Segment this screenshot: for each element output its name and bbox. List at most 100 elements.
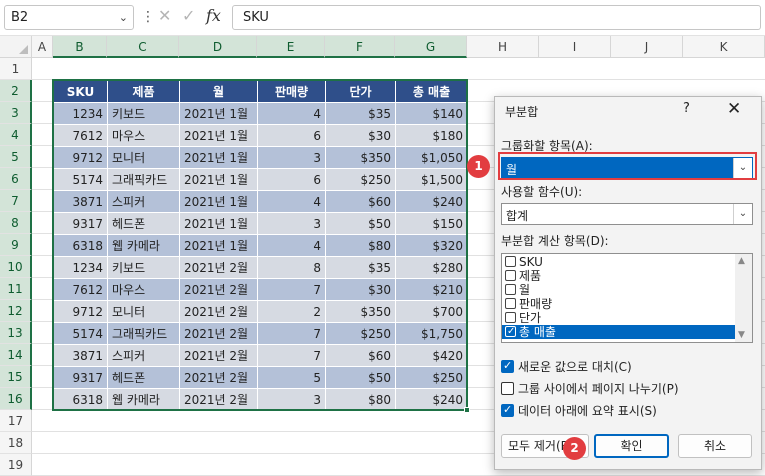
table-cell[interactable]: $700 xyxy=(395,300,468,323)
scroll-up-icon[interactable]: ▲ xyxy=(738,256,745,266)
table-cell[interactable]: $250 xyxy=(325,322,396,345)
table-cell[interactable]: 7 xyxy=(257,322,326,345)
table-cell[interactable]: 2021년 2월 xyxy=(179,388,258,411)
table-cell[interactable]: 9317 xyxy=(53,366,108,389)
cancel-icon[interactable]: ✕ xyxy=(158,6,171,25)
table-cell[interactable]: $35 xyxy=(325,102,396,125)
table-cell[interactable]: 모니터 xyxy=(107,146,180,169)
row-header-11[interactable]: 11 xyxy=(0,278,32,300)
fill-handle[interactable] xyxy=(464,407,470,413)
table-cell[interactable]: 마우스 xyxy=(107,278,180,301)
row-header-2[interactable]: 2 xyxy=(0,80,32,102)
table-cell[interactable]: 2021년 2월 xyxy=(179,256,258,279)
table-cell[interactable]: $240 xyxy=(395,388,468,411)
row-header-5[interactable]: 5 xyxy=(0,146,32,168)
table-cell[interactable]: 헤드폰 xyxy=(107,366,180,389)
table-cell[interactable]: 2021년 1월 xyxy=(179,146,258,169)
table-cell[interactable]: 2021년 1월 xyxy=(179,190,258,213)
table-header-cell[interactable]: 월 xyxy=(179,80,258,103)
row-header-19[interactable]: 19 xyxy=(0,454,32,476)
table-header-cell[interactable]: SKU xyxy=(53,80,108,103)
select-all-corner[interactable] xyxy=(0,36,32,58)
table-cell[interactable]: 7612 xyxy=(53,278,108,301)
row-header-8[interactable]: 8 xyxy=(0,212,32,234)
table-cell[interactable]: 8 xyxy=(257,256,326,279)
column-header-d[interactable]: D xyxy=(179,36,257,58)
table-cell[interactable]: $60 xyxy=(325,344,396,367)
table-cell[interactable]: 6318 xyxy=(53,388,108,411)
list-item-quantity[interactable]: 판매량 xyxy=(502,297,736,311)
chevron-down-icon[interactable]: ⌄ xyxy=(733,204,752,224)
table-cell[interactable]: $35 xyxy=(325,256,396,279)
column-header-j[interactable]: J xyxy=(611,36,683,58)
table-cell[interactable]: 키보드 xyxy=(107,102,180,125)
table-cell[interactable]: 3871 xyxy=(53,190,108,213)
table-cell[interactable]: 6 xyxy=(257,168,326,191)
table-cell[interactable]: $250 xyxy=(325,168,396,191)
name-box[interactable]: B2 ⌄ xyxy=(4,5,134,30)
table-cell[interactable]: 2021년 2월 xyxy=(179,344,258,367)
table-cell[interactable]: 4 xyxy=(257,102,326,125)
table-cell[interactable]: 2021년 2월 xyxy=(179,366,258,389)
table-cell[interactable]: 2021년 2월 xyxy=(179,300,258,323)
chevron-down-icon[interactable]: ⌄ xyxy=(119,11,128,24)
table-cell[interactable]: 1234 xyxy=(53,256,108,279)
checkbox-icon[interactable] xyxy=(501,382,514,395)
table-cell[interactable]: 키보드 xyxy=(107,256,180,279)
table-cell[interactable]: 웹 카메라 xyxy=(107,234,180,257)
row-header-17[interactable]: 17 xyxy=(0,410,32,432)
table-cell[interactable]: 헤드폰 xyxy=(107,212,180,235)
table-cell[interactable]: $50 xyxy=(325,366,396,389)
table-cell[interactable]: 5174 xyxy=(53,322,108,345)
checkbox-icon[interactable] xyxy=(505,325,516,339)
replace-current-option[interactable]: 새로운 값으로 대치(C) xyxy=(501,358,632,375)
close-icon[interactable]: ✕ xyxy=(727,99,741,119)
more-options-icon[interactable]: ⋮ xyxy=(141,9,155,25)
table-cell[interactable]: 6 xyxy=(257,124,326,147)
row-header-6[interactable]: 6 xyxy=(0,168,32,190)
table-header-cell[interactable]: 단가 xyxy=(325,80,396,103)
column-header-k[interactable]: K xyxy=(683,36,765,58)
formula-input[interactable]: SKU xyxy=(232,5,761,30)
table-cell[interactable]: 2021년 2월 xyxy=(179,322,258,345)
row-header-14[interactable]: 14 xyxy=(0,344,32,366)
chevron-down-icon[interactable]: ⌄ xyxy=(733,158,752,178)
list-item-total-sales[interactable]: 총 매출 xyxy=(502,325,736,339)
table-cell[interactable]: $30 xyxy=(325,278,396,301)
table-cell[interactable]: 2021년 1월 xyxy=(179,124,258,147)
scroll-down-icon[interactable]: ▼ xyxy=(738,330,745,340)
table-cell[interactable]: 6318 xyxy=(53,234,108,257)
checkbox-icon[interactable] xyxy=(505,270,516,281)
table-cell[interactable]: 9317 xyxy=(53,212,108,235)
table-cell[interactable]: 9712 xyxy=(53,146,108,169)
table-cell[interactable]: $350 xyxy=(325,146,396,169)
table-cell[interactable]: $50 xyxy=(325,212,396,235)
table-header-cell[interactable]: 제품 xyxy=(107,80,180,103)
checkbox-icon[interactable] xyxy=(505,312,516,323)
table-cell[interactable]: 7612 xyxy=(53,124,108,147)
table-cell[interactable]: 웹 카메라 xyxy=(107,388,180,411)
table-cell[interactable]: 5 xyxy=(257,366,326,389)
page-break-option[interactable]: 그룹 사이에서 페이지 나누기(P) xyxy=(501,381,679,397)
row-header-3[interactable]: 3 xyxy=(0,102,32,124)
row-header-9[interactable]: 9 xyxy=(0,234,32,256)
table-cell[interactable]: 2021년 1월 xyxy=(179,168,258,191)
column-header-a[interactable]: A xyxy=(32,36,53,58)
table-cell[interactable]: 3 xyxy=(257,146,326,169)
table-cell[interactable]: 2021년 1월 xyxy=(179,212,258,235)
table-cell[interactable]: $80 xyxy=(325,388,396,411)
table-cell[interactable]: $1,050 xyxy=(395,146,468,169)
summary-below-option[interactable]: 데이터 아래에 요약 표시(S) xyxy=(501,402,657,419)
table-cell[interactable]: 마우스 xyxy=(107,124,180,147)
column-header-i[interactable]: I xyxy=(539,36,611,58)
table-cell[interactable]: $240 xyxy=(395,190,468,213)
table-header-cell[interactable]: 판매량 xyxy=(257,80,326,103)
table-cell[interactable]: 5174 xyxy=(53,168,108,191)
table-cell[interactable]: $420 xyxy=(395,344,468,367)
table-cell[interactable]: 2 xyxy=(257,300,326,323)
table-cell[interactable]: 모니터 xyxy=(107,300,180,323)
table-cell[interactable]: 2021년 1월 xyxy=(179,234,258,257)
table-cell[interactable]: $60 xyxy=(325,190,396,213)
table-cell[interactable]: $30 xyxy=(325,124,396,147)
checkbox-icon[interactable] xyxy=(505,298,516,309)
